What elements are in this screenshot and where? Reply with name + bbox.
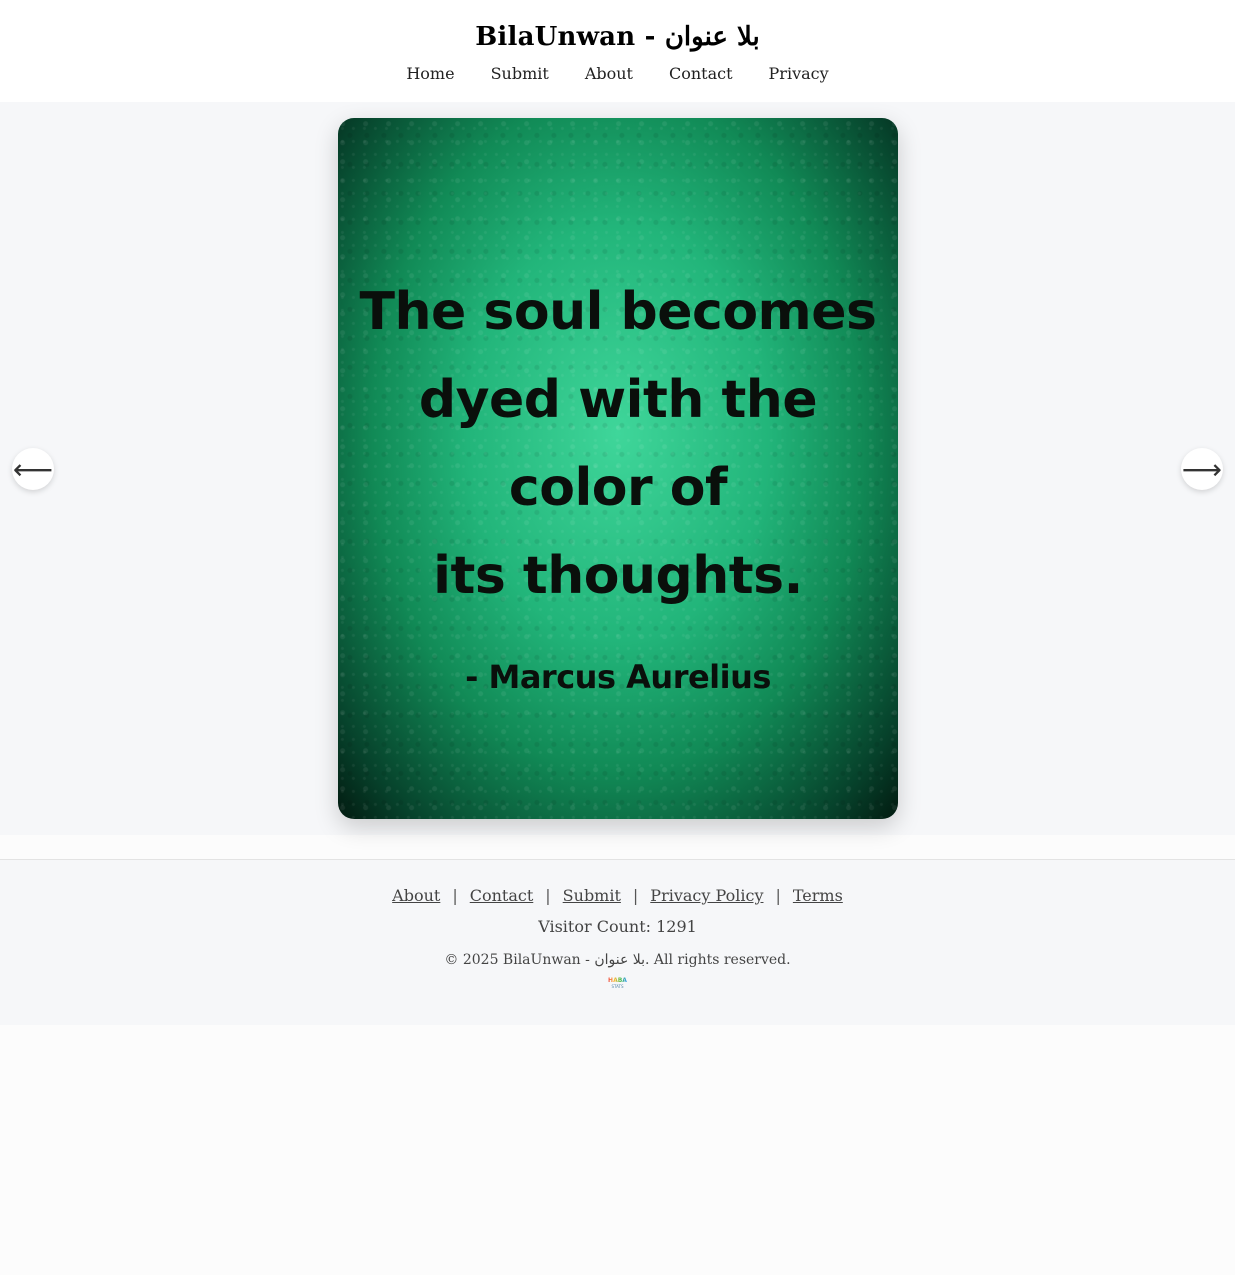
separator: | bbox=[452, 886, 458, 905]
nav-contact[interactable]: Contact bbox=[651, 64, 751, 83]
footer-link-terms[interactable]: Terms bbox=[793, 886, 843, 905]
footer-link-privacy-policy[interactable]: Privacy Policy bbox=[650, 886, 763, 905]
quote-author: - Marcus Aurelius bbox=[465, 658, 771, 696]
footer-links: About | Contact | Submit | Privacy Policy | Term… bbox=[392, 886, 843, 905]
stats-badge-icon[interactable]: HABA STATS bbox=[608, 976, 628, 990]
quote-text: The soul becomes dyed with the color of … bbox=[338, 268, 898, 620]
quote-line: dyed with the bbox=[418, 370, 818, 430]
quote-image: The soul becomes dyed with the color of … bbox=[338, 118, 898, 819]
main-nav: Home Submit About Contact Privacy bbox=[388, 64, 846, 83]
arrow-left-icon: ⟵ bbox=[12, 452, 54, 486]
footer-link-submit[interactable]: Submit bbox=[563, 886, 621, 905]
separator: | bbox=[545, 886, 551, 905]
spacer bbox=[0, 835, 1235, 859]
next-button[interactable]: ⟶ bbox=[1181, 448, 1223, 490]
nav-submit[interactable]: Submit bbox=[473, 64, 567, 83]
footer-link-contact[interactable]: Contact bbox=[470, 886, 534, 905]
quote-line: color of bbox=[508, 458, 728, 518]
separator: | bbox=[775, 886, 781, 905]
separator: | bbox=[632, 886, 639, 905]
quote-line: The soul becomes bbox=[359, 282, 877, 342]
visitor-count: Visitor Count: 1291 bbox=[538, 917, 697, 936]
footer-link-about[interactable]: About bbox=[392, 886, 440, 905]
badge-bottom-text: STATS bbox=[611, 984, 624, 989]
copyright-text: © 2025 BilaUnwan - بلا عنوان. All rights… bbox=[444, 952, 791, 968]
site-title[interactable]: BilaUnwan - بلا عنوان bbox=[475, 22, 760, 52]
badge-top-text: HABA bbox=[608, 977, 627, 984]
previous-button[interactable]: ⟵ bbox=[12, 448, 54, 490]
site-header: BilaUnwan - بلا عنوان Home Submit About … bbox=[0, 0, 1235, 102]
nav-privacy[interactable]: Privacy bbox=[751, 64, 847, 83]
site-footer: About | Contact | Submit | Privacy Policy | Term… bbox=[0, 859, 1235, 1025]
quote-carousel: ⟵ The soul becomes dyed with the color o… bbox=[0, 102, 1235, 835]
quote-line: its thoughts. bbox=[433, 546, 803, 606]
nav-home[interactable]: Home bbox=[388, 64, 472, 83]
arrow-right-icon: ⟶ bbox=[1181, 452, 1223, 486]
nav-about[interactable]: About bbox=[567, 64, 651, 83]
